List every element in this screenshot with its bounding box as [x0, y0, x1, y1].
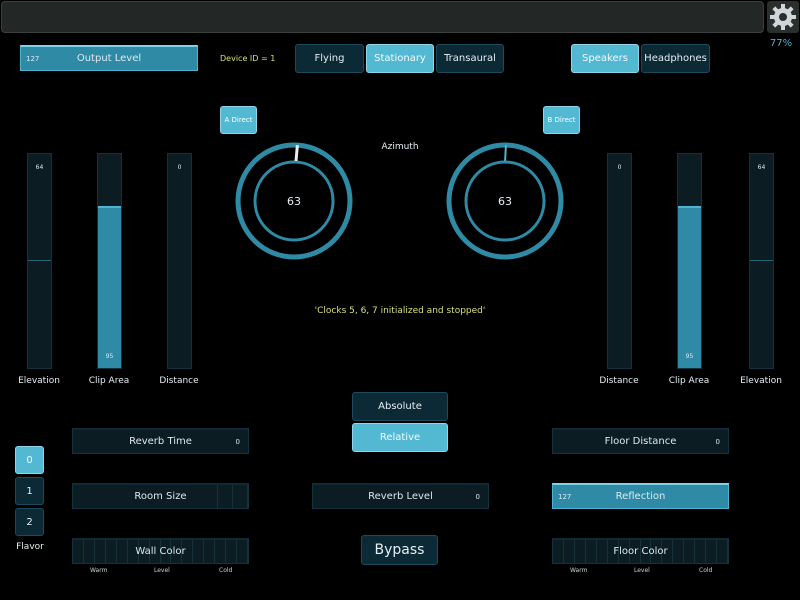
wall-color-tick-level: Level: [154, 567, 170, 574]
wall-color-fader[interactable]: Wall Color: [72, 538, 249, 564]
bypass-label: Bypass: [374, 542, 425, 558]
status-message: 'Clocks 5, 6, 7 initialized and stopped': [314, 306, 486, 316]
flavor-option-0[interactable]: 0: [15, 446, 44, 474]
left-clip-area-label: Clip Area: [88, 376, 130, 386]
battery-percent: 77%: [769, 38, 793, 49]
tab-transaural[interactable]: Transaural: [436, 44, 504, 73]
tab-flying[interactable]: Flying: [295, 44, 364, 73]
right-clip-area-value: 95: [685, 353, 694, 360]
reverb-time-value: 0: [235, 437, 240, 446]
floor-color-fader[interactable]: Floor Color: [552, 538, 729, 564]
right-distance-fader[interactable]: 0: [607, 153, 632, 369]
room-size-fader[interactable]: Room Size: [72, 483, 249, 509]
wall-color-tick-cold: Cold: [219, 567, 233, 574]
left-clip-area-fader[interactable]: 95: [97, 153, 122, 369]
tab-speakers-label: Speakers: [582, 53, 628, 64]
a-direct-label: A Direct: [224, 116, 253, 124]
tab-stationary[interactable]: Stationary: [366, 44, 434, 73]
tab-flying-label: Flying: [314, 53, 345, 64]
reflection-fader[interactable]: 127 Reflection: [552, 483, 729, 509]
relative-button[interactable]: Relative: [352, 423, 448, 452]
absolute-button[interactable]: Absolute: [352, 392, 448, 421]
right-elevation-value: 64: [757, 164, 766, 171]
dial-b-value: 63: [498, 195, 512, 208]
wall-color-label: Wall Color: [135, 546, 186, 557]
output-level-label: Output Level: [76, 53, 142, 64]
left-clip-area-value: 95: [105, 353, 114, 360]
right-clip-area-label: Clip Area: [668, 376, 710, 386]
fader-center-line: [750, 260, 773, 261]
absolute-label: Absolute: [378, 401, 422, 412]
room-size-label: Room Size: [134, 491, 187, 502]
reverb-time-label: Reverb Time: [129, 436, 192, 447]
left-distance-label: Distance: [159, 376, 199, 386]
wall-color-tick-warm: Warm: [90, 567, 108, 574]
right-distance-value: 0: [617, 164, 622, 171]
tab-headphones[interactable]: Headphones: [641, 44, 710, 73]
right-elevation-fader[interactable]: 64: [749, 153, 774, 369]
flavor-label: Flavor: [16, 542, 44, 552]
floor-color-label: Floor Color: [613, 546, 668, 557]
left-elevation-value: 64: [35, 164, 44, 171]
relative-label: Relative: [379, 432, 421, 443]
right-elevation-label: Elevation: [740, 376, 782, 386]
gear-icon: [770, 4, 796, 30]
fader-center-line: [28, 260, 51, 261]
reverb-level-label: Reverb Level: [368, 491, 433, 502]
floor-color-tick-warm: Warm: [570, 567, 588, 574]
flavor-option-2[interactable]: 2: [15, 508, 44, 536]
output-level-fader[interactable]: 127 Output Level: [20, 45, 198, 71]
settings-button[interactable]: [767, 1, 799, 33]
reflection-label: Reflection: [615, 491, 666, 502]
reverb-level-fader[interactable]: Reverb Level 0: [312, 483, 489, 509]
flavor-option-2-label: 2: [26, 516, 33, 528]
bypass-button[interactable]: Bypass: [361, 535, 438, 565]
b-direct-label: B Direct: [547, 116, 576, 124]
flavor-option-1[interactable]: 1: [15, 477, 44, 505]
right-distance-label: Distance: [599, 376, 639, 386]
left-elevation-label: Elevation: [18, 376, 60, 386]
left-elevation-fader[interactable]: 64: [27, 153, 52, 369]
azimuth-label: Azimuth: [381, 142, 419, 152]
tab-transaural-label: Transaural: [444, 53, 496, 64]
azimuth-dial-b[interactable]: 63: [445, 141, 565, 261]
azimuth-dial-a[interactable]: 63: [234, 141, 354, 261]
a-direct-button[interactable]: A Direct: [220, 106, 257, 134]
left-distance-fader[interactable]: 0: [167, 153, 192, 369]
flavor-option-1-label: 1: [26, 485, 33, 497]
fader-fill: [678, 206, 701, 368]
right-clip-area-fader[interactable]: 95: [677, 153, 702, 369]
fader-fill: [98, 206, 121, 368]
tab-stationary-label: Stationary: [374, 53, 426, 64]
reverb-time-fader[interactable]: Reverb Time 0: [72, 428, 249, 454]
device-id: Device ID = 1: [220, 54, 276, 63]
dial-a-value: 63: [287, 195, 301, 208]
floor-distance-label: Floor Distance: [604, 436, 677, 447]
floor-distance-value: 0: [715, 437, 720, 446]
floor-color-tick-cold: Cold: [699, 567, 713, 574]
flavor-option-0-label: 0: [26, 454, 33, 466]
title-bar: [1, 1, 764, 33]
floor-distance-fader[interactable]: Floor Distance 0: [552, 428, 729, 454]
left-distance-value: 0: [177, 164, 182, 171]
floor-color-tick-level: Level: [634, 567, 650, 574]
b-direct-button[interactable]: B Direct: [543, 106, 580, 134]
tab-speakers[interactable]: Speakers: [571, 44, 639, 73]
tab-headphones-label: Headphones: [644, 53, 707, 64]
reverb-level-value: 0: [475, 492, 480, 501]
